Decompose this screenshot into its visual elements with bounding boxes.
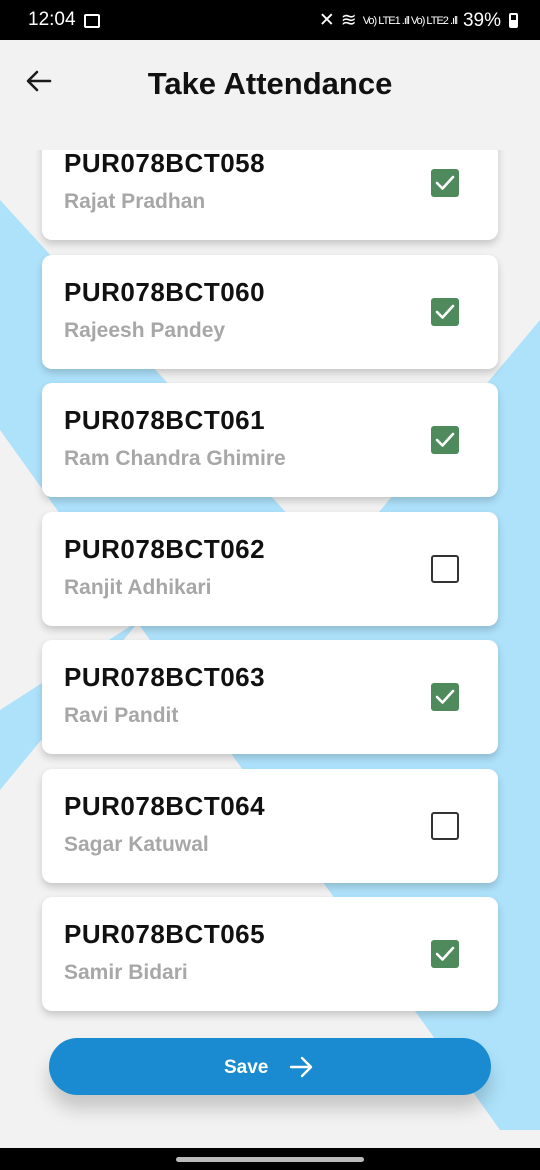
- check-icon: [435, 175, 455, 190]
- attendance-list[interactable]: PUR078BCT058 Rajat Pradhan PUR078BCT060 Raj…: [0, 150, 540, 1130]
- app-bar: Take Attendance: [0, 40, 540, 130]
- student-roll-number: PUR078BCT060: [64, 276, 266, 307]
- student-roll-number: PUR078BCT065: [64, 919, 266, 949]
- student-roll-number: PUR078BCT064: [64, 790, 266, 821]
- student-card[interactable]: PUR078BCT063 Ravi Pandit: [42, 640, 498, 754]
- home-gesture-pill[interactable]: [176, 1157, 364, 1162]
- student-card[interactable]: PUR078BCT062 Ranjit Adhikari: [42, 511, 498, 626]
- check-icon: [435, 304, 455, 319]
- student-roll-number: PUR078BCT058: [64, 150, 266, 178]
- student-roll-number: PUR078BCT061: [64, 405, 266, 435]
- student-name: Ravi Pandit: [64, 704, 179, 727]
- signal-indicators: Vo) LTE1 .ıll Vo) LTE2 .ıll: [362, 14, 458, 27]
- student-name: Sagar Katuwal: [64, 832, 209, 856]
- status-indicators: ✕ ≋ Vo) LTE1 .ıll Vo) LTE2 .ıll 39%: [319, 9, 518, 32]
- page-title: Take Attendance: [147, 66, 393, 101]
- status-time: 12:04: [28, 9, 76, 30]
- navigation-bar: [0, 1148, 540, 1170]
- status-bar: 12:04 ✕ ≋ Vo) LTE1 .ıll Vo) LTE2 .ıll 39…: [0, 0, 540, 40]
- present-checkbox[interactable]: [431, 297, 459, 326]
- battery-icon: [509, 13, 518, 28]
- student-name: Rajeesh Pandey: [64, 318, 226, 342]
- student-roll-number: PUR078BCT062: [64, 533, 266, 564]
- battery-percent: 39%: [462, 9, 501, 31]
- student-card[interactable]: PUR078BCT065 Samir Bidari: [42, 897, 498, 1011]
- student-name: Samir Bidari: [64, 961, 188, 984]
- present-checkbox[interactable]: [431, 683, 459, 711]
- student-card[interactable]: PUR078BCT064 Sagar Katuwal: [42, 768, 498, 883]
- student-card[interactable]: PUR078BCT058 Rajat Pradhan: [42, 150, 498, 240]
- save-label: Save: [224, 1057, 269, 1078]
- present-checkbox[interactable]: [431, 426, 459, 454]
- student-name: Rajat Pradhan: [64, 190, 206, 213]
- check-icon: [435, 946, 455, 961]
- check-icon: [435, 432, 455, 447]
- present-checkbox[interactable]: [431, 811, 459, 840]
- gallery-icon: [84, 14, 100, 28]
- student-name: Ram Chandra Ghimire: [64, 447, 286, 470]
- present-checkbox[interactable]: [431, 169, 459, 197]
- student-roll-number: PUR078BCT063: [64, 662, 266, 692]
- check-icon: [435, 689, 455, 704]
- save-button[interactable]: Save: [49, 1038, 491, 1095]
- student-card[interactable]: PUR078BCT060 Rajeesh Pandey: [42, 254, 498, 369]
- arrow-right-icon: [289, 1056, 313, 1078]
- mute-icon: ✕: [318, 10, 335, 31]
- student-card[interactable]: PUR078BCT061 Ram Chandra Ghimire: [42, 383, 498, 497]
- wifi-icon: ≋: [340, 10, 357, 31]
- present-checkbox[interactable]: [431, 554, 459, 583]
- present-checkbox[interactable]: [431, 940, 459, 968]
- student-name: Ranjit Adhikari: [64, 575, 212, 599]
